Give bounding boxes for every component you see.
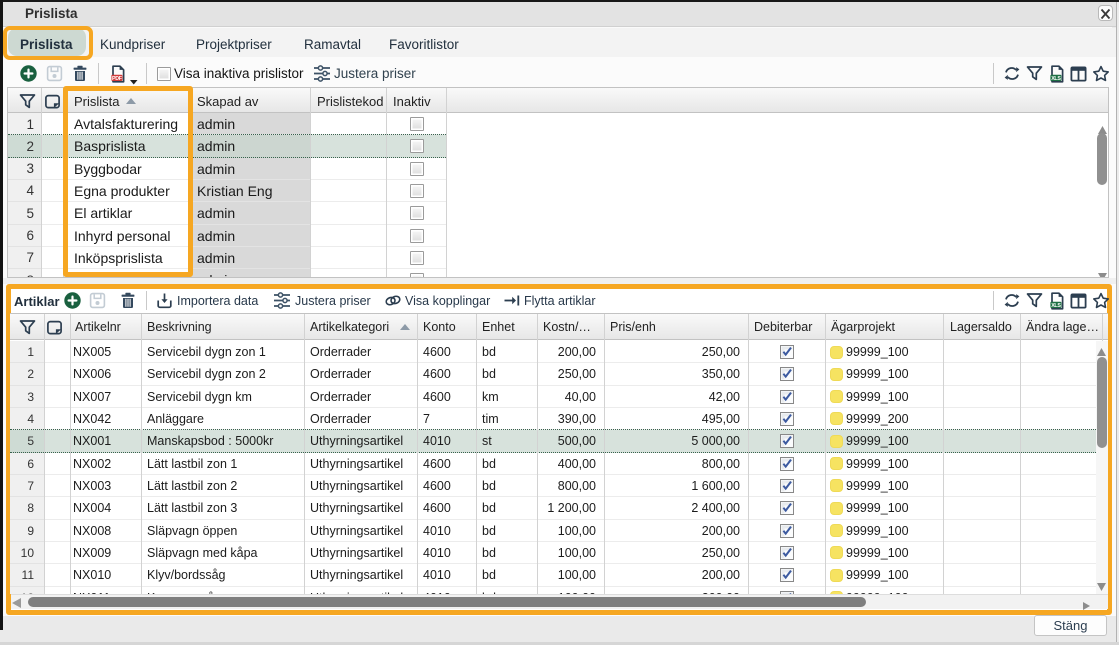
svg-text:XLS: XLS [1051, 303, 1061, 309]
svg-text:XLS: XLS [1051, 76, 1061, 82]
svg-text:PDF: PDF [112, 76, 123, 82]
